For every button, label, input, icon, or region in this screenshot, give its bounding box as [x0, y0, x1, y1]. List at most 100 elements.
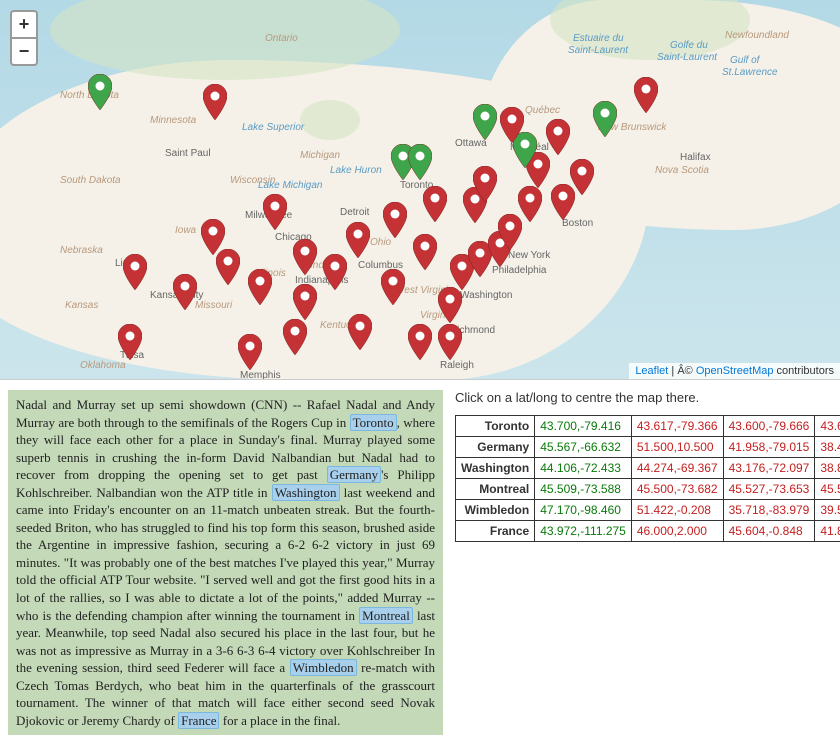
coord-cell[interactable]: 44.106,-72.433: [535, 458, 632, 479]
map-vegetation: [300, 100, 360, 140]
map-marker-icon[interactable]: [123, 254, 147, 290]
coord-cell[interactable]: 45.604,-0.848: [723, 521, 815, 542]
map-label: Saint-Laurent: [657, 52, 717, 63]
map-marker-icon[interactable]: [323, 254, 347, 290]
map-label: Estuaire du: [573, 33, 624, 44]
map-marker-icon[interactable]: [570, 159, 594, 195]
map-label: Missouri: [195, 300, 232, 311]
instructions-text: Click on a lat/long to centre the map th…: [455, 390, 840, 405]
map-attribution: Leaflet | Â© OpenStreetMap contributors: [629, 363, 840, 379]
map-marker-icon[interactable]: [518, 186, 542, 222]
map-marker-icon[interactable]: [593, 101, 617, 137]
map-label: South Dakota: [60, 175, 121, 186]
place-name: Toronto: [456, 416, 535, 437]
leaflet-link[interactable]: Leaflet: [635, 365, 668, 377]
map-marker-icon[interactable]: [473, 166, 497, 202]
map-marker-icon[interactable]: [293, 239, 317, 275]
map-label: Gulf of: [730, 55, 759, 66]
map-marker-icon[interactable]: [408, 144, 432, 180]
coord-cell[interactable]: 43.600,-79.666: [723, 416, 815, 437]
coord-cell[interactable]: 45.500,-73.682: [631, 479, 723, 500]
map-label: Iowa: [175, 225, 196, 236]
coord-cell[interactable]: 41.958,-79.015: [723, 437, 815, 458]
table-row: Germany45.567,-66.63251.500,10.50041.958…: [456, 437, 840, 458]
map-marker-icon[interactable]: [413, 234, 437, 270]
map-marker-icon[interactable]: [348, 314, 372, 350]
coord-cell[interactable]: 43.972,-111.275: [535, 521, 632, 542]
map-marker-icon[interactable]: [500, 107, 524, 143]
place-highlight-montreal[interactable]: Montreal: [359, 607, 413, 624]
map-label: Golfe du: [670, 40, 708, 51]
zoom-in-button[interactable]: +: [10, 10, 38, 38]
place-highlight-france[interactable]: France: [178, 712, 219, 729]
map-marker-icon[interactable]: [248, 269, 272, 305]
map-marker-icon[interactable]: [293, 284, 317, 320]
map-marker-icon[interactable]: [423, 186, 447, 222]
map-label: Newfoundland: [725, 30, 789, 41]
map-label: Minnesota: [150, 115, 196, 126]
table-row: France43.972,-111.27546.000,2.00045.604,…: [456, 521, 840, 542]
map-marker-icon[interactable]: [173, 274, 197, 310]
map-marker-icon[interactable]: [634, 77, 658, 113]
zoom-out-button[interactable]: −: [10, 38, 38, 66]
map-marker-icon[interactable]: [438, 324, 462, 360]
coord-cell[interactable]: 44.274,-69.367: [631, 458, 723, 479]
map-label: Raleigh: [440, 360, 474, 371]
osm-link[interactable]: OpenStreetMap: [696, 365, 774, 377]
coord-cell[interactable]: 43.617,-79.366: [631, 416, 723, 437]
map-label: Nebraska: [60, 245, 103, 256]
map-marker-icon[interactable]: [283, 319, 307, 355]
map-label: Washington: [460, 290, 512, 301]
map-marker-icon[interactable]: [381, 269, 405, 305]
coord-cell[interactable]: 43.176,-72.097: [723, 458, 815, 479]
table-row: Montreal45.509,-73.58845.500,-73.68245.5…: [456, 479, 840, 500]
coord-cell[interactable]: 51.422,-0.208: [631, 500, 723, 521]
coord-cell[interactable]: 47.170,-98.460: [535, 500, 632, 521]
coord-cell[interactable]: 43.700,-79.416: [535, 416, 632, 437]
coord-cell[interactable]: 38.462,-85.543: [815, 437, 840, 458]
map-label: Kansas: [65, 300, 98, 311]
map-label: Lake Michigan: [258, 180, 322, 191]
coord-cell[interactable]: 45.505,-73.551: [815, 479, 840, 500]
table-row: Washington44.106,-72.43344.274,-69.36743…: [456, 458, 840, 479]
map-marker-icon[interactable]: [203, 84, 227, 120]
map-marker-icon[interactable]: [546, 119, 570, 155]
place-highlight-toronto[interactable]: Toronto: [350, 414, 397, 431]
map-marker-icon[interactable]: [438, 287, 462, 323]
coord-cell[interactable]: 38.895,-77.036: [815, 458, 840, 479]
coord-cell[interactable]: 41.894,-8.763: [815, 521, 840, 542]
map-label: Nova Scotia: [655, 165, 709, 176]
coord-cell[interactable]: 46.000,2.000: [631, 521, 723, 542]
place-name: Washington: [456, 458, 535, 479]
map[interactable]: + − North DakotaMinnesotaSouth DakotaWis…: [0, 0, 840, 380]
map-marker-icon[interactable]: [88, 74, 112, 110]
map-marker-icon[interactable]: [383, 202, 407, 238]
map-marker-icon[interactable]: [408, 324, 432, 360]
coord-cell[interactable]: 45.509,-73.588: [535, 479, 632, 500]
place-highlight-wimbledon[interactable]: Wimbledon: [290, 659, 357, 676]
map-label: Memphis: [240, 370, 281, 380]
coord-cell[interactable]: 43.697,-79.429: [815, 416, 840, 437]
coordinates-panel: Click on a lat/long to centre the map th…: [455, 390, 840, 735]
article-text: Nadal and Murray set up semi showdown (C…: [8, 390, 443, 735]
coord-cell[interactable]: 45.567,-66.632: [535, 437, 632, 458]
place-highlight-washington[interactable]: Washington: [272, 484, 340, 501]
map-label: Saint Paul: [165, 148, 211, 159]
map-marker-icon[interactable]: [238, 334, 262, 370]
coord-cell[interactable]: 51.500,10.500: [631, 437, 723, 458]
map-marker-icon[interactable]: [216, 249, 240, 285]
coord-cell[interactable]: 45.527,-73.653: [723, 479, 815, 500]
content-row: Nadal and Murray set up semi showdown (C…: [0, 380, 840, 745]
map-label: Ontario: [265, 33, 298, 44]
map-label: Ohio: [370, 237, 391, 248]
coord-cell[interactable]: 39.509,-76.407: [815, 500, 840, 521]
place-highlight-germany[interactable]: Germany: [327, 466, 381, 483]
map-label: Michigan: [300, 150, 340, 161]
place-name: Germany: [456, 437, 535, 458]
map-marker-icon[interactable]: [473, 104, 497, 140]
table-row: Toronto43.700,-79.41643.617,-79.36643.60…: [456, 416, 840, 437]
map-marker-icon[interactable]: [263, 194, 287, 230]
coord-cell[interactable]: 35.718,-83.979: [723, 500, 815, 521]
map-marker-icon[interactable]: [346, 222, 370, 258]
map-marker-icon[interactable]: [118, 324, 142, 360]
